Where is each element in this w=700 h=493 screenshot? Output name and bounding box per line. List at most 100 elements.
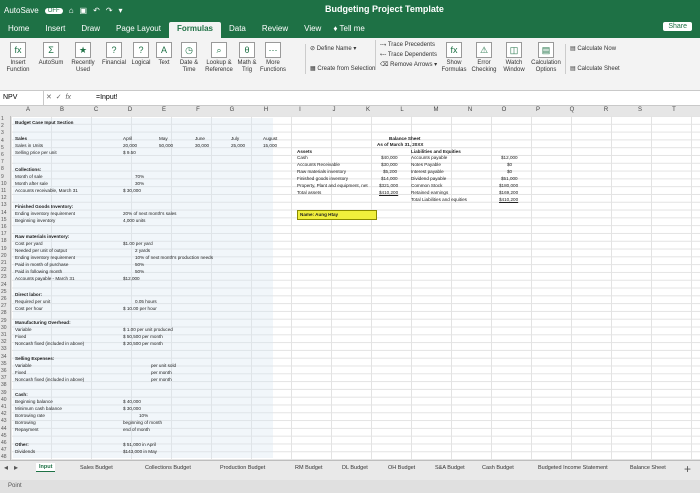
row-header[interactable]: 32 [1, 339, 7, 345]
row-header[interactable]: 14 [1, 210, 7, 216]
row-header[interactable]: 22 [1, 267, 7, 273]
column-header[interactable]: D [113, 107, 147, 113]
row-header[interactable]: 12 [1, 195, 7, 201]
fx-icon[interactable]: fx [66, 94, 71, 101]
calculate-now-button[interactable]: ▤ Calculate Now [570, 44, 640, 54]
redo-icon[interactable]: ↷ [106, 6, 113, 15]
row-header[interactable]: 44 [1, 426, 7, 432]
row-header[interactable]: 31 [1, 332, 7, 338]
row-header[interactable]: 1 [1, 116, 4, 122]
text-button[interactable]: A Text [154, 42, 174, 67]
row-header[interactable]: 15 [1, 217, 7, 223]
name-cell[interactable]: Name: Aung Htay [297, 210, 377, 220]
chevron-left-icon[interactable]: ◂ [4, 463, 8, 472]
row-header[interactable]: 35 [1, 361, 7, 367]
row-header[interactable]: 9 [1, 174, 4, 180]
autosave-toggle[interactable]: OFF [44, 7, 63, 14]
sheet-tab-collections-budget[interactable]: Collections Budget [145, 465, 191, 471]
sheet-tab-dl-budget[interactable]: DL Budget [342, 465, 368, 471]
row-header[interactable]: 37 [1, 375, 7, 381]
row-header[interactable]: 23 [1, 274, 7, 280]
more-functions-button[interactable]: ⋯ More Functions [260, 42, 286, 74]
row-header[interactable]: 26 [1, 296, 7, 302]
error-checking-button[interactable]: ⚠ Error Checking [470, 42, 498, 74]
column-header[interactable]: F [181, 107, 215, 113]
home-icon[interactable]: ⌂ [69, 6, 74, 15]
tab-insert[interactable]: Insert [37, 22, 73, 38]
tab-view[interactable]: View [296, 22, 329, 38]
calculation-options-button[interactable]: ▤ Calculation Options [530, 42, 562, 74]
row-header[interactable]: 39 [1, 390, 7, 396]
insert-function-button[interactable]: fx Insert Function [4, 42, 32, 74]
lookup-reference-button[interactable]: ⌕ Lookup & Reference [204, 42, 234, 74]
row-header[interactable]: 19 [1, 246, 7, 252]
chevron-down-icon[interactable]: ▾ [119, 6, 123, 15]
sheet-tab-balance-sheet[interactable]: Balance Sheet [630, 465, 666, 471]
define-name-button[interactable]: ⊘ Define Name ▾ [310, 44, 380, 54]
watch-window-button[interactable]: ◫ Watch Window [500, 42, 528, 74]
row-header[interactable]: 24 [1, 282, 7, 288]
tab-review[interactable]: Review [254, 22, 296, 38]
row-header[interactable]: 33 [1, 346, 7, 352]
cancel-icon[interactable]: ✕ [46, 94, 52, 101]
column-header[interactable]: L [385, 107, 419, 113]
column-header[interactable]: Q [555, 107, 589, 113]
chevron-right-icon[interactable]: ▸ [14, 463, 18, 472]
sheet-tab-rm-budget[interactable]: RM Budget [295, 465, 323, 471]
row-header[interactable]: 6 [1, 152, 4, 158]
row-header[interactable]: 38 [1, 382, 7, 388]
share-button[interactable]: Share [663, 22, 692, 31]
sheet-tab-income-statement[interactable]: Budgeted Income Statement [538, 465, 608, 471]
remove-arrows-button[interactable]: ⌫ Remove Arrows ▾ [380, 60, 440, 70]
worksheet-grid[interactable]: Budget Case Input Section Sales Sales in… [11, 116, 700, 460]
row-header[interactable]: 42 [1, 411, 7, 417]
math-trig-button[interactable]: θ Math & Trig [236, 42, 258, 74]
column-header[interactable]: O [487, 107, 521, 113]
tab-data[interactable]: Data [221, 22, 254, 38]
row-header[interactable]: 30 [1, 325, 7, 331]
trace-precedents-button[interactable]: ⤏ Trace Precedents [380, 40, 440, 50]
tab-page-layout[interactable]: Page Layout [108, 22, 169, 38]
row-header[interactable]: 2 [1, 123, 4, 129]
sheet-tab-production-budget[interactable]: Production Budget [220, 465, 265, 471]
row-header[interactable]: 45 [1, 433, 7, 439]
undo-icon[interactable]: ↶ [93, 6, 100, 15]
column-header[interactable]: J [317, 107, 351, 113]
column-header[interactable]: S [623, 107, 657, 113]
add-sheet-icon[interactable]: + [684, 462, 691, 476]
sheet-tab-sa-budget[interactable]: S&A Budget [435, 465, 465, 471]
column-header[interactable]: M [419, 107, 453, 113]
row-header[interactable]: 17 [1, 231, 7, 237]
row-header[interactable]: 8 [1, 166, 4, 172]
row-header[interactable]: 10 [1, 181, 7, 187]
show-formulas-button[interactable]: fx Show Formulas [440, 42, 468, 74]
column-header[interactable]: I [283, 107, 317, 113]
sheet-tab-oh-budget[interactable]: OH Budget [388, 465, 415, 471]
row-header[interactable]: 34 [1, 354, 7, 360]
column-header[interactable]: E [147, 107, 181, 113]
create-from-selection-button[interactable]: ▦ Create from Selection [310, 64, 380, 74]
name-box[interactable]: NPV [0, 91, 44, 105]
column-header[interactable]: H [249, 107, 283, 113]
row-header[interactable]: 36 [1, 368, 7, 374]
row-header[interactable]: 5 [1, 145, 4, 151]
row-header[interactable]: 25 [1, 289, 7, 295]
row-header[interactable]: 43 [1, 418, 7, 424]
row-header[interactable]: 41 [1, 404, 7, 410]
check-icon[interactable]: ✓ [56, 94, 62, 101]
row-header[interactable]: 18 [1, 238, 7, 244]
save-icon[interactable]: ▣ [80, 6, 88, 15]
date-time-button[interactable]: ◷ Date & Time [176, 42, 202, 74]
sheet-tab-cash-budget[interactable]: Cash Budget [482, 465, 514, 471]
sheet-tab-input[interactable]: Input [36, 463, 56, 472]
trace-dependents-button[interactable]: ⤎ Trace Dependents [380, 50, 440, 60]
tab-home[interactable]: Home [0, 22, 37, 38]
row-header[interactable]: 28 [1, 310, 7, 316]
row-header[interactable]: 20 [1, 253, 7, 259]
row-header[interactable]: 21 [1, 260, 7, 266]
column-header[interactable]: K [351, 107, 385, 113]
row-header[interactable]: 7 [1, 159, 4, 165]
row-header[interactable]: 29 [1, 318, 7, 324]
formula-input[interactable]: =Input! [96, 91, 118, 105]
row-header[interactable]: 46 [1, 440, 7, 446]
